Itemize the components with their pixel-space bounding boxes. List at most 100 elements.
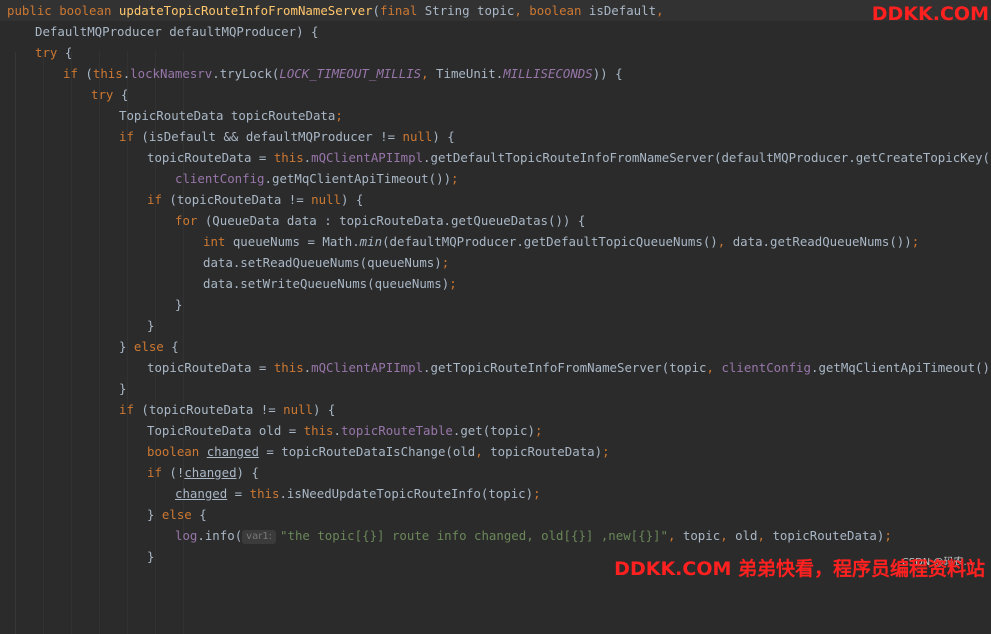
code-token: (: [85, 66, 93, 81]
code-token: .info(: [197, 528, 243, 543]
code-token: LOCK_TIMEOUT_MILLIS: [279, 66, 422, 81]
code-token: .getMqClientApiTimeout()): [264, 171, 452, 186]
code-token: data.setWriteQueueNums(queueNums): [203, 276, 450, 291]
code-line[interactable]: }: [0, 315, 991, 336]
code-token: topicRouteData =: [147, 150, 274, 165]
code-token: {: [171, 339, 179, 354]
code-token: topicRouteData): [772, 528, 885, 543]
code-token: changed: [206, 444, 259, 459]
code-editor[interactable]: public boolean updateTopicRouteInfoFromN…: [0, 0, 991, 634]
code-token: .getMqClientApiTimeout()): [810, 360, 991, 375]
code-token: ,: [475, 444, 491, 459]
code-line[interactable]: } else {: [0, 504, 991, 525]
code-line[interactable]: try {: [0, 84, 991, 105]
code-token: isDefault: [588, 3, 657, 18]
code-token: ;: [534, 423, 543, 438]
code-line[interactable]: changed = this.isNeedUpdateTopicRouteInf…: [0, 483, 991, 504]
code-token: if: [63, 66, 86, 81]
code-line[interactable]: log.info(var1: "the topic[{}] route info …: [0, 525, 991, 546]
code-line[interactable]: if (topicRouteData != null) {: [0, 399, 991, 420]
code-line[interactable]: for (QueueData data : topicRouteData.get…: [0, 210, 991, 231]
code-token: ;: [911, 234, 920, 249]
code-line[interactable]: topicRouteData = this.mQClientAPIImpl.ge…: [0, 147, 991, 168]
code-token: clientConfig: [721, 360, 811, 375]
code-token: = topicRouteDataIsChange(old: [258, 444, 476, 459]
code-token: .tryLock(: [212, 66, 280, 81]
code-token: }: [119, 339, 134, 354]
code-token: , boolean: [514, 3, 589, 18]
code-token: (topicRouteData !=: [169, 192, 312, 207]
code-token: ,: [720, 528, 736, 543]
code-line[interactable]: public boolean updateTopicRouteInfoFromN…: [0, 0, 991, 21]
code-token: ) {: [432, 129, 455, 144]
code-token: "the topic[{}] route info changed, old[{…: [280, 528, 668, 543]
code-line[interactable]: DefaultMQProducer defaultMQProducer) {: [0, 21, 991, 42]
code-line[interactable]: topicRouteData = this.mQClientAPIImpl.ge…: [0, 357, 991, 378]
code-token: mQClientAPIImpl: [311, 360, 424, 375]
code-line[interactable]: }: [0, 378, 991, 399]
parameter-hint: var1:: [242, 530, 277, 544]
code-token: public boolean: [7, 3, 119, 18]
code-token: this: [303, 423, 334, 438]
code-token: else: [161, 507, 200, 522]
code-line[interactable]: }: [0, 294, 991, 315]
code-token: old: [735, 528, 758, 543]
code-token: =: [227, 486, 250, 501]
code-line[interactable]: boolean changed = topicRouteDataIsChange…: [0, 441, 991, 462]
code-token: boolean: [147, 444, 207, 459]
code-line[interactable]: data.setReadQueueNums(queueNums);: [0, 252, 991, 273]
code-token: ;: [441, 255, 450, 270]
code-line[interactable]: if (topicRouteData != null) {: [0, 189, 991, 210]
code-token: final: [380, 3, 425, 18]
code-token: changed: [184, 465, 237, 480]
code-token: this: [249, 486, 280, 501]
code-token: ;: [451, 171, 459, 186]
code-token: (!: [169, 465, 185, 480]
code-token: this: [273, 150, 304, 165]
code-token: ;: [602, 444, 610, 459]
code-token: ) {: [340, 192, 364, 207]
code-token: ,: [667, 528, 683, 543]
code-token: ;: [449, 276, 457, 291]
code-token: TopicRouteData topicRouteData: [119, 108, 336, 123]
code-token: for: [175, 213, 205, 228]
code-token: (isDefault && defaultMQProducer !=: [141, 129, 403, 144]
code-token: null: [283, 402, 313, 417]
code-token: ,: [421, 66, 437, 81]
code-line[interactable]: if (!changed) {: [0, 462, 991, 483]
code-token: lockNamesrv: [130, 66, 213, 81]
code-token: (topicRouteData !=: [141, 402, 284, 417]
code-token: updateTopicRouteInfoFromNameServer: [118, 3, 373, 18]
code-token: {: [199, 507, 207, 522]
code-token: }: [175, 297, 183, 312]
code-token: ;: [533, 486, 541, 501]
code-token: mQClientAPIImpl: [311, 150, 424, 165]
code-token: ,: [656, 3, 664, 18]
code-token: ,: [717, 234, 733, 249]
code-line[interactable]: } else {: [0, 336, 991, 357]
code-token: queueNums = Math.: [232, 234, 360, 249]
code-line[interactable]: data.setWriteQueueNums(queueNums);: [0, 273, 991, 294]
code-token: clientConfig: [175, 171, 265, 186]
code-token: if: [119, 129, 142, 144]
code-token: topic: [682, 528, 721, 543]
code-line[interactable]: TopicRouteData topicRouteData;: [0, 105, 991, 126]
code-token: MILLISECONDS: [503, 66, 593, 81]
code-token: else: [133, 339, 172, 354]
code-token: if: [147, 192, 170, 207]
code-line[interactable]: clientConfig.getMqClientApiTimeout());: [0, 168, 991, 189]
code-line[interactable]: if (isDefault && defaultMQProducer != nu…: [0, 126, 991, 147]
code-token: null: [311, 192, 341, 207]
code-token: ;: [335, 108, 343, 123]
code-token: this: [92, 66, 123, 81]
code-line[interactable]: int queueNums = Math.min(defaultMQProduc…: [0, 231, 991, 252]
code-line[interactable]: try {: [0, 42, 991, 63]
code-token: ) {: [236, 465, 259, 480]
code-line[interactable]: if (this.lockNamesrv.tryLock(LOCK_TIMEOU…: [0, 63, 991, 84]
code-token: .getDefaultTopicRouteInfoFromNameServer(…: [423, 150, 991, 165]
code-token: ) {: [312, 402, 336, 417]
code-token: .: [333, 423, 341, 438]
code-token: TimeUnit.: [436, 66, 504, 81]
code-line[interactable]: TopicRouteData old = this.topicRouteTabl…: [0, 420, 991, 441]
code-token: }: [147, 318, 155, 333]
